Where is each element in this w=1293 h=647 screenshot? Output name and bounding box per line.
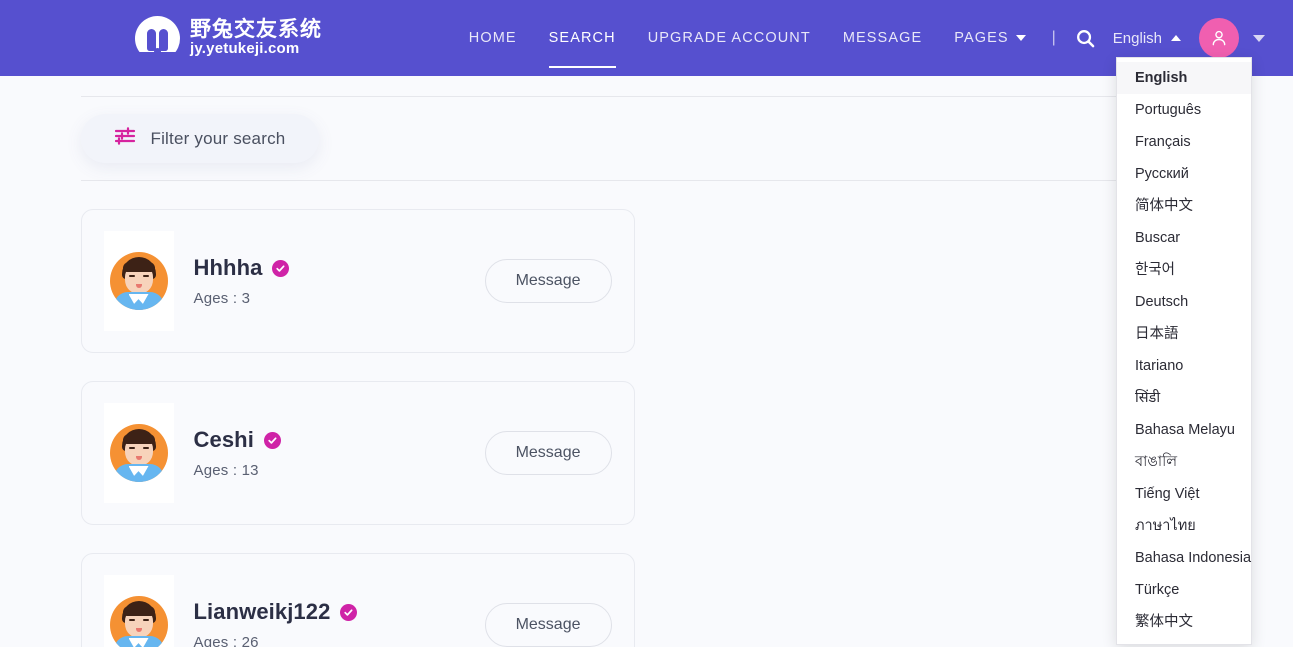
age-value: 3 [241,290,251,307]
avatar[interactable] [1199,18,1239,58]
language-option-vietnamese[interactable]: Tiếng Việt [1117,478,1251,510]
filter-your-search-button[interactable]: Filter your search [80,114,320,163]
nav-separator: | [1051,29,1056,46]
user-card-info: Hhhha Ages : 3 [194,255,485,307]
language-option-turkce[interactable]: Türkçe [1117,574,1251,606]
content-container: Filter your search Hhhha Ages: 3 Messag… [80,76,1213,647]
language-option-traditional-chinese[interactable]: 繁体中文 [1117,606,1251,638]
language-option-bahasa-indonesia[interactable]: Bahasa Indonesia [1117,542,1251,574]
message-button[interactable]: Message [484,259,612,303]
user-age: Ages : 13 [194,462,485,479]
account-chevron-down-icon[interactable] [1253,34,1265,42]
user-name-row: Hhhha [194,255,485,281]
language-option-japanese[interactable]: 日本語 [1117,318,1251,350]
user-card-info: Ceshi Ages : 13 [194,427,485,479]
nav-item-message[interactable]: MESSAGE [827,0,938,76]
site-header: 野兔交友系统 jy.yetukeji.com HOME SEARCH UPGRA… [0,0,1293,645]
page-body: Filter your search Hhhha Ages: 3 Messag… [0,76,1293,647]
language-option-thai[interactable]: ภาษาไทย [1117,510,1251,542]
language-option-bahasa-melayu[interactable]: Bahasa Melayu [1117,414,1251,446]
nav-item-pages-label: PAGES [954,30,1009,46]
filter-row: Filter your search [80,96,1213,181]
user-card-info: Lianweikj122 Ages : 26 [194,599,485,647]
rabbit-logo-icon [135,15,180,61]
search-icon[interactable] [1066,29,1105,48]
user-name: Ceshi [193,427,254,452]
nav-item-upgrade-account[interactable]: UPGRADE ACCOUNT [632,0,827,76]
verified-check-icon [263,431,281,449]
user-name-row: Ceshi [194,427,485,453]
user-age: Ages : 3 [194,290,485,307]
user-age: Ages : 26 [194,634,485,647]
brand-text: 野兔交友系统 jy.yetukeji.com [190,19,322,57]
chevron-down-icon [1015,35,1026,41]
language-option-bengali[interactable]: বাঙালি [1117,446,1251,478]
nav-item-home[interactable]: HOME [453,0,533,76]
language-option-deutsch[interactable]: Deutsch [1117,286,1251,318]
brand-url: jy.yetukeji.com [190,40,300,58]
age-prefix: Ages : [193,462,242,479]
age-prefix: Ages : [193,290,242,307]
message-button[interactable]: Message [484,431,612,475]
brand-logo-link[interactable]: 野兔交友系统 jy.yetukeji.com [135,15,322,61]
user-avatar-image [103,575,174,647]
user-card[interactable]: Hhhha Ages : 3 Message [80,209,635,353]
user-name: Lianweikj122 [193,599,331,624]
user-name-row: Lianweikj122 [194,599,485,625]
language-option-russian[interactable]: Русский [1117,158,1251,190]
language-option-korean[interactable]: 한국어 [1117,254,1251,286]
filter-button-label: Filter your search [150,128,286,148]
nav-item-pages[interactable]: PAGES [938,0,1041,76]
language-option-itariano[interactable]: Itariano [1117,350,1251,382]
language-option-buscar[interactable]: Buscar [1117,222,1251,254]
nav-item-search[interactable]: SEARCH [533,0,632,76]
user-results-grid: Hhhha Ages : 3 Message Ceshi Ages: 13 M… [80,181,1213,647]
brand-name-cn: 野兔交友系统 [190,18,322,42]
user-avatar-image [103,403,174,503]
language-option-english[interactable]: English [1117,62,1251,94]
user-avatar-image [103,231,174,331]
sliders-icon [114,127,137,150]
age-value: 13 [241,462,259,479]
chevron-up-icon [1171,35,1181,41]
language-option-simplified-chinese[interactable]: 简体中文 [1117,190,1251,222]
user-name: Hhhha [193,255,263,280]
user-card[interactable]: Lianweikj122 Ages : 26 Message [80,553,635,647]
language-option-francais[interactable]: Français [1117,126,1251,158]
verified-check-icon [340,603,358,621]
verified-check-icon [272,259,290,277]
language-dropdown-menu: English Português Français Русский 简体中文 … [1116,57,1252,645]
age-prefix: Ages : [193,634,242,647]
language-selector-label: English [1112,29,1162,47]
language-option-portugues[interactable]: Português [1117,94,1251,126]
message-button[interactable]: Message [484,603,612,647]
language-selector[interactable]: English [1105,30,1191,47]
age-value: 26 [241,634,259,647]
language-option-sindhi[interactable]: सिंडी [1117,382,1251,414]
user-card[interactable]: Ceshi Ages : 13 Message [80,381,635,525]
